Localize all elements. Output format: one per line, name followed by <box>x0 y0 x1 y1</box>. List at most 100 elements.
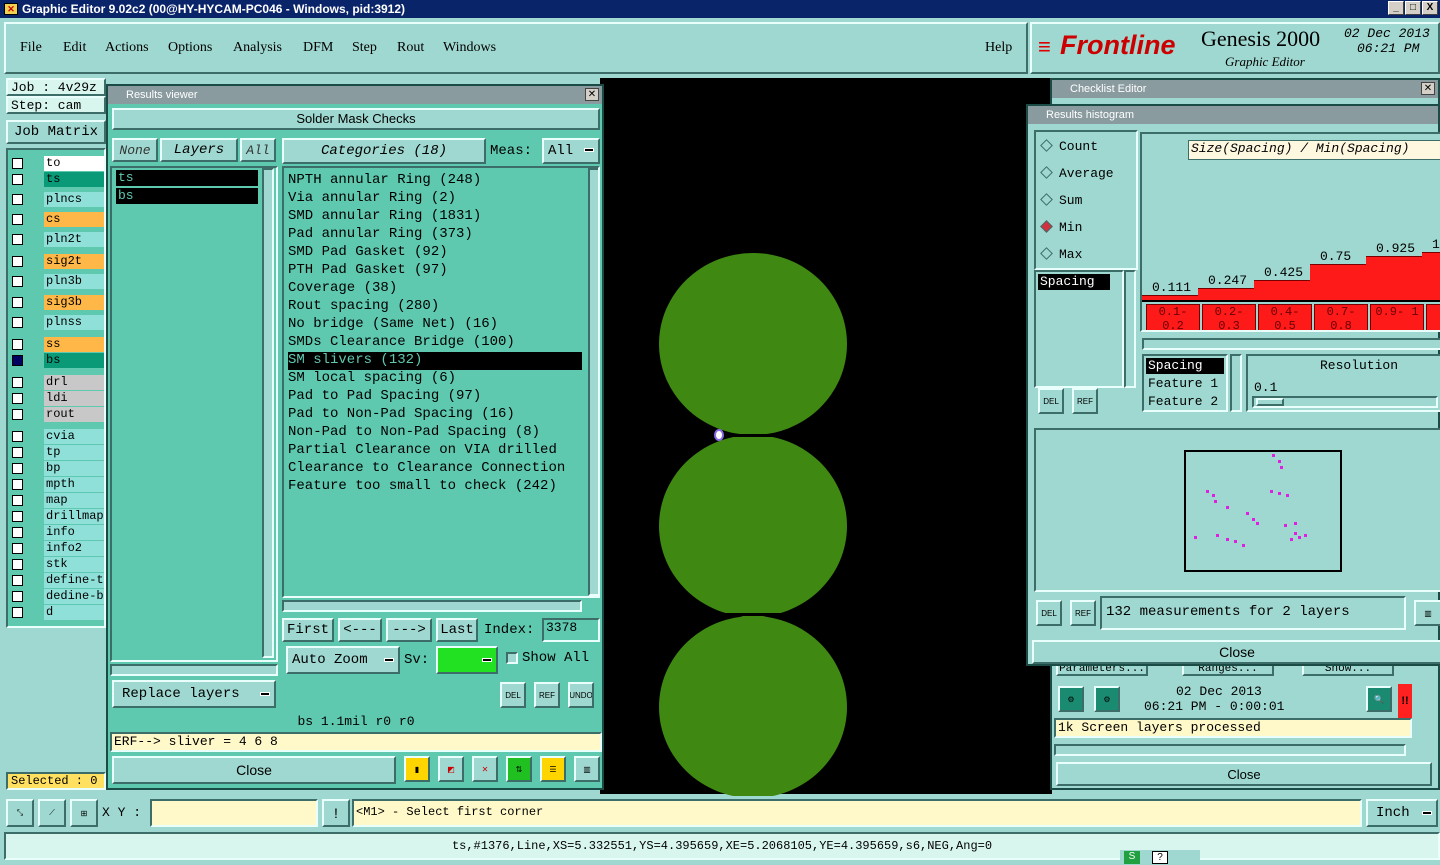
histogram-bar[interactable] <box>1198 288 1254 300</box>
layer-name[interactable]: info2 <box>44 541 104 556</box>
layer-checkbox[interactable] <box>12 234 23 245</box>
layer-name[interactable]: bp <box>44 461 104 476</box>
hist-ref-icon[interactable]: REF <box>1072 388 1098 414</box>
layer-row-drl[interactable]: drl <box>10 375 104 391</box>
layer-row-cs[interactable]: cs <box>10 212 104 228</box>
layer-row-cvia[interactable]: cvia <box>10 429 104 445</box>
clear-icon[interactable]: ✕ <box>472 756 498 782</box>
field-spacing[interactable]: Spacing <box>1146 358 1224 374</box>
layer-row-sig2t[interactable]: sig2t <box>10 254 104 270</box>
histogram-bin[interactable]: 0.2- 0.3 <box>1202 304 1256 330</box>
layer-name[interactable]: ss <box>44 337 104 352</box>
category-item[interactable]: Feature too small to check (242) <box>288 478 557 496</box>
layer-checkbox[interactable] <box>12 297 23 308</box>
layer-checkbox[interactable] <box>12 463 23 474</box>
layer-checkbox[interactable] <box>12 317 23 328</box>
summary-del-icon[interactable]: DEL <box>1036 600 1062 626</box>
layer-name[interactable]: pln2t <box>44 232 104 247</box>
stop-icon[interactable]: ⚙ <box>1094 686 1120 712</box>
index-input[interactable]: 3378 <box>542 618 600 642</box>
histogram-icon[interactable]: ▥ <box>574 756 600 782</box>
layer-name[interactable]: map <box>44 493 104 508</box>
meas-dropdown[interactable]: All <box>542 138 600 164</box>
category-item[interactable]: Pad to Pad Spacing (97) <box>288 388 481 406</box>
zoom-icon[interactable]: 🔍 <box>1366 686 1392 712</box>
layer-row-ss[interactable]: ss <box>10 337 104 353</box>
step-field[interactable]: Step: cam <box>6 96 106 114</box>
layer-checkbox[interactable] <box>12 409 23 420</box>
layer-row-ts[interactable]: ts <box>10 172 104 188</box>
field-feature-1[interactable]: Feature 1 <box>1146 376 1218 391</box>
histogram-bin[interactable]: 0.7- 0.8 <box>1314 304 1368 330</box>
layer-checkbox[interactable] <box>12 194 23 205</box>
layers-button[interactable]: Layers <box>160 138 238 162</box>
layer-name[interactable]: bs <box>44 353 104 368</box>
sv-color-dropdown[interactable] <box>436 646 498 674</box>
layer-row-pln3b[interactable]: pln3b <box>10 274 104 290</box>
category-item[interactable]: Coverage (38) <box>288 280 397 298</box>
layer-row-plnss[interactable]: plnss <box>10 315 104 331</box>
checklist-close-icon[interactable]: ✕ <box>1421 82 1435 95</box>
menu-rout[interactable]: Rout <box>397 40 424 56</box>
histogram-chart[interactable]: Size(Spacing) / Min(Spacing) 0.111 0.247 0… <box>1140 132 1440 332</box>
layer-name[interactable]: ldi <box>44 391 104 406</box>
measure-icon[interactable]: ⟋ <box>38 799 66 827</box>
layer-row-tp[interactable]: tp <box>10 445 104 461</box>
layer-name[interactable]: d <box>44 605 104 620</box>
categories-scrollbar[interactable] <box>588 168 598 596</box>
layer-checkbox[interactable] <box>12 393 23 404</box>
notes-icon[interactable]: ☰ <box>540 756 566 782</box>
menu-actions[interactable]: Actions <box>105 40 149 56</box>
checklist-hscroll[interactable] <box>1054 744 1406 756</box>
fields-scrollbar[interactable] <box>1230 354 1242 412</box>
next-button[interactable]: ---> <box>386 618 432 642</box>
layer-name[interactable]: mpth <box>44 477 104 492</box>
histogram-bar[interactable] <box>1366 255 1422 300</box>
layer-name[interactable]: drillmap <box>44 509 104 524</box>
layer-row-pln2t[interactable]: pln2t <box>10 232 104 248</box>
mode-count-radio[interactable]: Count <box>1040 138 1098 154</box>
menu-analysis[interactable]: Analysis <box>233 40 282 56</box>
mode-max-radio[interactable]: Max <box>1040 246 1082 262</box>
category-item[interactable]: SMD Pad Gasket (92) <box>288 244 448 262</box>
mode-average-radio[interactable]: Average <box>1040 165 1114 181</box>
viewer-close-button[interactable]: Close <box>112 756 396 784</box>
layer-list-hscroll[interactable] <box>110 664 278 676</box>
layer-checkbox[interactable] <box>12 511 23 522</box>
layer-name[interactable]: tp <box>44 445 104 460</box>
layer-icon[interactable]: ◩ <box>438 756 464 782</box>
layer-checkbox[interactable] <box>12 527 23 538</box>
meas-list-scrollbar[interactable] <box>1124 270 1136 388</box>
layer-row-bp[interactable]: bp <box>10 461 104 477</box>
category-item[interactable]: Rout spacing (280) <box>288 298 439 316</box>
layer-row-map[interactable]: map <box>10 493 104 509</box>
grid-icon[interactable]: ⊞ <box>70 799 98 827</box>
layer-name[interactable]: dedine-b <box>44 589 104 604</box>
layer-name[interactable]: stk <box>44 557 104 572</box>
results-viewer-close-icon[interactable]: ✕ <box>585 88 599 101</box>
layer-row-sig3b[interactable]: sig3b <box>10 295 104 311</box>
category-item[interactable]: Pad annular Ring (373) <box>288 226 473 244</box>
layer-name[interactable]: cs <box>44 212 104 227</box>
layer-row-stk[interactable]: stk <box>10 557 104 573</box>
pointer-icon[interactable]: ⤡ <box>6 799 34 827</box>
run-icon[interactable]: ⚙ <box>1058 686 1084 712</box>
menu-step[interactable]: Step <box>352 40 377 56</box>
meas-list-spacing[interactable]: Spacing <box>1038 274 1110 290</box>
layer-name[interactable]: info <box>44 525 104 540</box>
info-icon[interactable]: ! <box>322 799 350 827</box>
xy-input[interactable] <box>150 799 318 827</box>
layer-row-define-t[interactable]: define-t <box>10 573 104 589</box>
layer-checkbox[interactable] <box>12 543 23 554</box>
layer-checkbox[interactable] <box>12 339 23 350</box>
none-button[interactable]: None <box>112 138 158 162</box>
layer-checkbox[interactable] <box>12 377 23 388</box>
all-button[interactable]: All <box>240 138 276 162</box>
category-item[interactable]: Clearance to Clearance Connection <box>288 460 565 478</box>
layer-name[interactable]: to <box>44 156 104 171</box>
layer-checkbox[interactable] <box>12 214 23 225</box>
menu-help[interactable]: Help <box>985 40 1012 56</box>
graphic-canvas[interactable] <box>600 78 1052 798</box>
histogram-bar[interactable] <box>1142 294 1198 300</box>
layer-name[interactable]: sig3b <box>44 295 104 310</box>
